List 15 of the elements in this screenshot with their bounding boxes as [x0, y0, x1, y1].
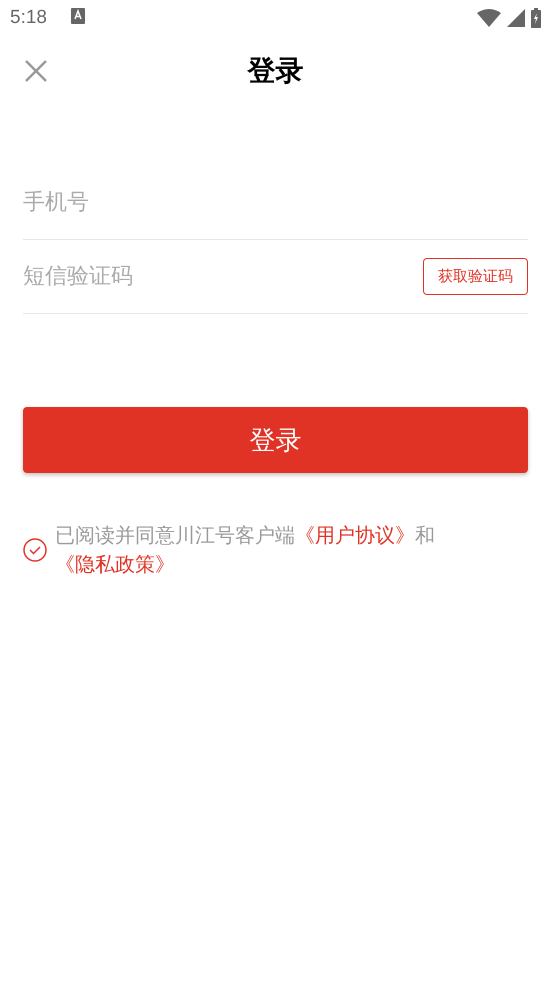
status-time: 5:18	[10, 7, 47, 29]
agreement-text: 已阅读并同意川江号客户端《用户协议》和 《隐私政策》	[55, 522, 436, 578]
code-field[interactable]: 短信验证码	[23, 256, 423, 296]
login-button[interactable]: 登录	[23, 407, 528, 473]
signal-icon	[507, 9, 525, 27]
keyboard-icon	[70, 8, 85, 24]
agreement-link[interactable]: 《用户协议》	[295, 523, 415, 547]
close-icon	[24, 59, 48, 83]
wifi-icon	[477, 9, 501, 27]
battery-icon	[531, 8, 541, 28]
phone-field[interactable]: 手机号	[23, 182, 528, 222]
agreement-link[interactable]: 《隐私政策》	[55, 552, 175, 576]
get-code-button[interactable]: 获取验证码	[423, 258, 528, 295]
page-title: 登录	[248, 53, 304, 89]
checkbox[interactable]	[23, 538, 47, 562]
